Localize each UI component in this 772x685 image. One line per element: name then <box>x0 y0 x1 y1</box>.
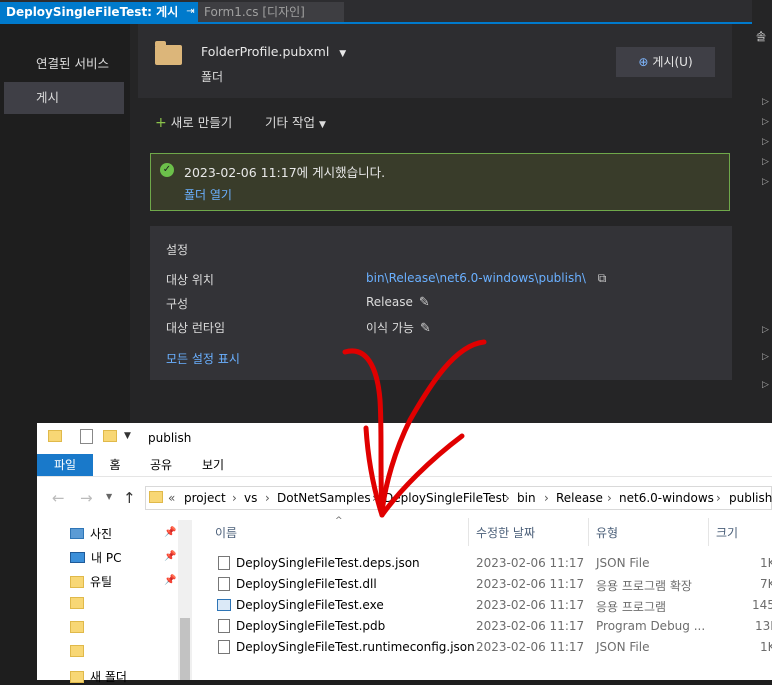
annotation-arrow <box>342 339 487 518</box>
